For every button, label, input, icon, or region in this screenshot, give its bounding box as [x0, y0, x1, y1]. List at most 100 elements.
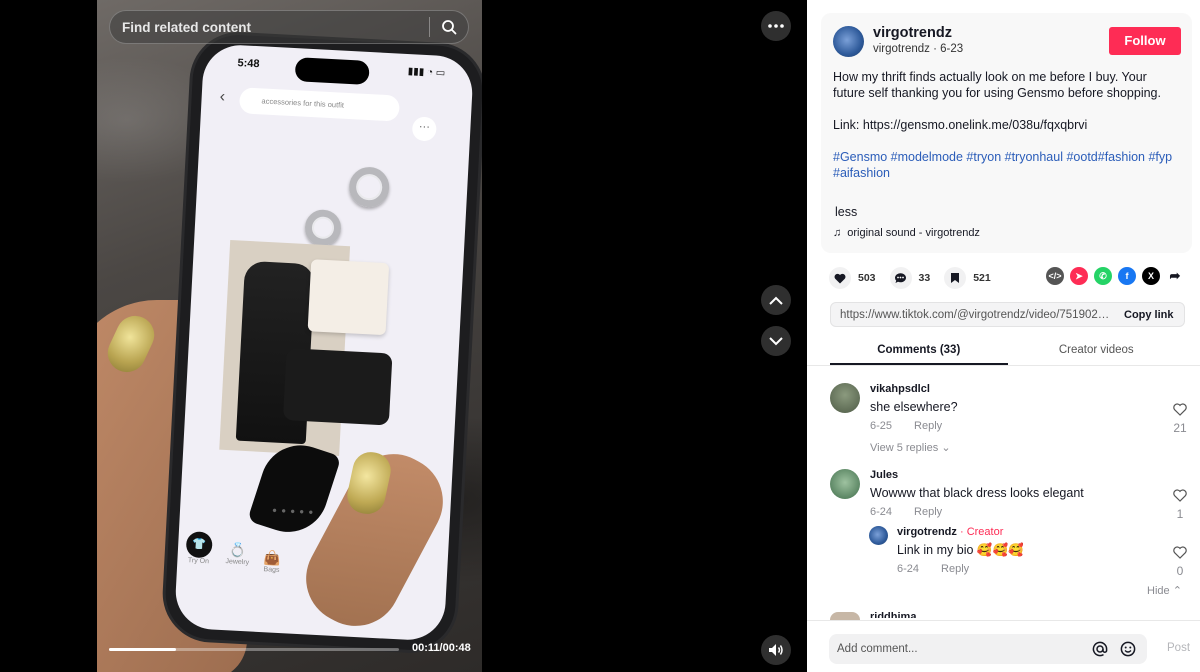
author-subtitle: virgotrendz · 6-23 — [873, 43, 964, 55]
comment-text: Wowww that black dress looks elegant — [870, 486, 1084, 500]
reply-meta: 6-24 Reply — [897, 563, 969, 575]
hide-replies-button[interactable]: Hide ⌃ — [1147, 584, 1182, 597]
comment-username[interactable]: vikahpsdlcl — [870, 383, 930, 395]
search-icon[interactable] — [430, 10, 468, 44]
author-avatar[interactable] — [833, 26, 864, 57]
reply-username[interactable]: virgotrendz — [897, 526, 957, 538]
details-panel: virgotrendz virgotrendz · 6-23 Follow Ho… — [807, 0, 1200, 672]
reply-like-count: 0 — [1176, 564, 1184, 578]
video-progress-fill — [109, 648, 176, 651]
video-time: 00:11/00:48 — [412, 642, 471, 654]
mention-icon[interactable] — [1091, 640, 1109, 658]
previous-video-button[interactable] — [761, 285, 791, 315]
comment-input[interactable]: Add comment... — [829, 634, 1147, 664]
description-card: virgotrendz virgotrendz · 6-23 Follow Ho… — [821, 13, 1192, 253]
comment-date: 6-25 — [870, 420, 893, 432]
comment-meta: 6-24 Reply — [870, 506, 942, 518]
panel-tabs: Comments (33) Creator videos — [830, 335, 1185, 365]
save-button[interactable]: 521 — [944, 267, 991, 289]
chevron-up-icon — [769, 296, 783, 305]
heart-icon — [829, 267, 851, 289]
phone-tab-label: Try On — [187, 557, 210, 566]
comment-text: she elsewhere? — [870, 400, 958, 414]
reply-username-line: virgotrendz · Creator — [897, 526, 1003, 538]
avatar[interactable] — [869, 526, 888, 545]
avatar[interactable] — [830, 612, 860, 620]
action-bar: 503 33 521 — [829, 267, 1005, 289]
reply-date: 6-24 — [897, 563, 920, 575]
comment-like-button[interactable]: 21 — [1170, 403, 1190, 435]
facebook-icon[interactable]: f — [1118, 267, 1136, 285]
tab-comments[interactable]: Comments (33) — [830, 335, 1008, 365]
comment-icon — [889, 267, 912, 289]
comment-meta: 6-25 Reply — [870, 420, 942, 432]
phone-clock: 5:48 — [237, 57, 260, 71]
reply-text: Link in my bio 🥰🥰🥰 — [897, 543, 1024, 557]
comment-username[interactable]: Jules — [870, 469, 898, 481]
volume-icon — [769, 644, 783, 656]
share-arrow-icon[interactable]: ➦ — [1166, 267, 1184, 285]
next-video-button[interactable] — [761, 326, 791, 356]
send-icon[interactable]: ➤ — [1070, 267, 1088, 285]
whatsapp-icon[interactable]: ✆ — [1094, 267, 1112, 285]
emoji-icon[interactable] — [1119, 640, 1137, 658]
video-url: https://www.tiktok.com/@virgotrendz/vide… — [840, 308, 1110, 321]
phone-tab-try-on: 👕 Try On — [185, 531, 213, 570]
follow-button[interactable]: Follow — [1109, 27, 1181, 55]
video-search-bar[interactable]: Find related content — [109, 10, 469, 44]
phone-tab-label: Bags — [263, 566, 280, 574]
chevron-down-icon — [769, 336, 783, 345]
comment-username[interactable]: riddhima — [870, 612, 916, 618]
copy-link-button[interactable]: Copy link — [1124, 309, 1174, 321]
volume-button[interactable] — [761, 635, 791, 665]
video-player[interactable]: 5:48 ▮▮▮ ◔ ▭ ‹ accessories for this outf… — [97, 0, 482, 672]
phone-status-icons: ▮▮▮ ◔ ▭ — [407, 66, 446, 79]
dynamic-island — [294, 57, 370, 85]
chevron-down-icon: ⌄ — [941, 442, 951, 454]
earring-hoop — [304, 208, 342, 247]
tab-creator-videos[interactable]: Creator videos — [1008, 335, 1186, 365]
black-clutch — [282, 348, 393, 426]
video-progress-bar[interactable] — [109, 648, 399, 651]
author-name[interactable]: virgotrendz — [873, 25, 952, 41]
description-link[interactable]: Link: https://gensmo.onelink.me/038u/fqx… — [833, 117, 1178, 133]
comment-input-placeholder: Add comment... — [837, 643, 918, 655]
phone-more-icon: ··· — [411, 116, 437, 142]
avatar[interactable] — [830, 383, 860, 413]
hashtags[interactable]: #Gensmo #modelmode #tryon #tryonhaul #oo… — [833, 149, 1178, 181]
like-button[interactable]: 503 — [829, 267, 876, 289]
reply-button[interactable]: Reply — [914, 506, 942, 518]
heart-outline-icon — [1173, 403, 1187, 416]
view-replies-button[interactable]: View 5 replies ⌄ — [870, 441, 951, 454]
comment-like-count: 1 — [1176, 507, 1184, 521]
more-options-button[interactable] — [761, 11, 791, 41]
phone-tab-bags: 👜 Bags — [263, 535, 282, 574]
composer-divider — [807, 620, 1200, 621]
embed-icon[interactable]: </> — [1046, 267, 1064, 285]
reply-like-button[interactable]: 0 — [1170, 546, 1190, 578]
less-button[interactable]: less — [835, 205, 857, 219]
chevron-up-icon: ⌃ — [1172, 585, 1182, 597]
comment-like-button[interactable]: 1 — [1170, 489, 1190, 521]
reply-button[interactable]: Reply — [914, 420, 942, 432]
video-search-placeholder: Find related content — [122, 19, 252, 35]
bookmark-icon — [944, 267, 967, 289]
save-count: 521 — [973, 272, 991, 284]
comment-button[interactable]: 33 — [889, 267, 930, 289]
music-note-icon: ♫ — [833, 227, 842, 239]
tshirt-icon: 👕 — [185, 531, 213, 559]
heart-outline-icon — [1173, 546, 1187, 559]
x-icon[interactable]: X — [1142, 267, 1160, 285]
phone-back-icon: ‹ — [219, 88, 226, 106]
ring-icon: 💍 — [228, 541, 248, 559]
comment-date: 6-24 — [870, 506, 893, 518]
tiktok-video-page: 5:48 ▮▮▮ ◔ ▭ ‹ accessories for this outf… — [0, 0, 1200, 672]
creator-badge: · Creator — [959, 526, 1004, 538]
avatar[interactable] — [830, 469, 860, 499]
sound-link[interactable]: ♫ original sound - virgotrendz — [833, 227, 980, 239]
heart-outline-icon — [1173, 489, 1187, 502]
phone-search-bar: accessories for this outfit — [238, 87, 401, 122]
hide-label: Hide — [1147, 585, 1170, 597]
post-comment-button[interactable]: Post — [1167, 642, 1190, 654]
reply-button[interactable]: Reply — [941, 563, 969, 575]
